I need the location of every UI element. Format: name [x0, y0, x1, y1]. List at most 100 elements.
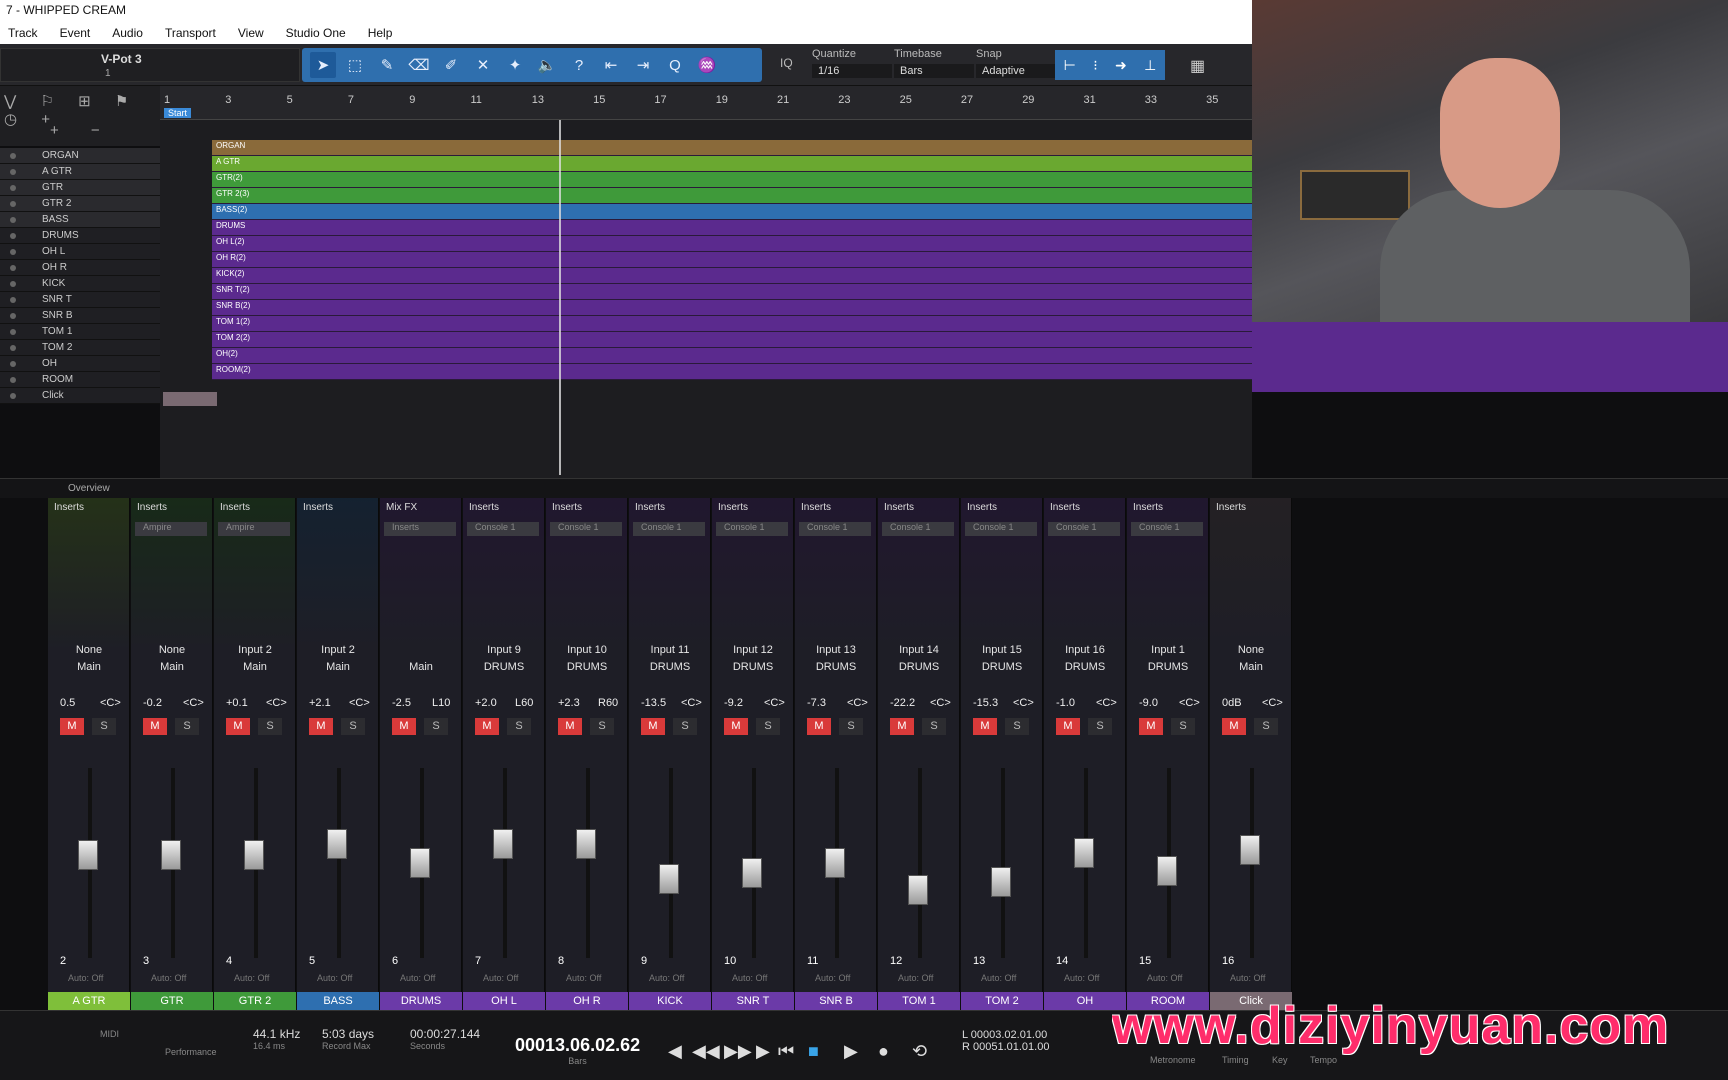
automation-mode[interactable]: Auto: Off: [1147, 973, 1182, 983]
input-selector[interactable]: Input 2: [214, 644, 296, 656]
track-lane[interactable]: TOM 2(2): [212, 332, 1252, 348]
mute-button[interactable]: M: [309, 718, 333, 735]
output-selector[interactable]: Main: [380, 661, 462, 673]
pan-readout[interactable]: <C>: [847, 697, 868, 709]
track-lane[interactable]: KICK(2): [212, 268, 1252, 284]
record-arm-icon[interactable]: [10, 393, 16, 399]
mute-button[interactable]: M: [475, 718, 499, 735]
click-lane[interactable]: [163, 392, 217, 406]
record-arm-icon[interactable]: [10, 233, 16, 239]
volume-fader[interactable]: [659, 864, 679, 894]
timeline-ruler[interactable]: 1 3 5 7 9 11 13 15 17 19 21 23 25 27 29 31 33 35 Start: [160, 86, 1252, 120]
forward-icon[interactable]: ▶▶: [724, 1041, 752, 1062]
inserts-button[interactable]: Inserts: [1050, 502, 1080, 513]
track-lane[interactable]: GTR 2(3): [212, 188, 1252, 204]
record-arm-icon[interactable]: [10, 201, 16, 207]
inserts-button[interactable]: Inserts: [718, 502, 748, 513]
inserts-button[interactable]: Inserts: [1216, 502, 1246, 513]
overview-label[interactable]: Overview: [68, 483, 110, 494]
snap-grid-icon[interactable]: ⊢: [1064, 57, 1076, 74]
output-selector[interactable]: DRUMS: [463, 661, 545, 673]
automation-mode[interactable]: Auto: Off: [234, 973, 269, 983]
plugin-slot[interactable]: Inserts: [384, 522, 456, 536]
track-header[interactable]: OH: [0, 356, 160, 372]
automation-mode[interactable]: Auto: Off: [317, 973, 352, 983]
quantize-value[interactable]: 1/16: [812, 64, 892, 78]
pan-readout[interactable]: <C>: [1096, 697, 1117, 709]
menu-help[interactable]: Help: [368, 26, 393, 40]
solo-button[interactable]: S: [341, 718, 365, 735]
volume-fader[interactable]: [825, 848, 845, 878]
plugin-slot[interactable]: Console 1: [716, 522, 788, 536]
nudge-right-icon[interactable]: ⇥: [630, 52, 656, 78]
output-selector[interactable]: DRUMS: [878, 661, 960, 673]
autoscroll-icon[interactable]: ➜: [1115, 57, 1127, 74]
track-header[interactable]: BASS: [0, 212, 160, 228]
pan-readout[interactable]: <C>: [1179, 697, 1200, 709]
inserts-button[interactable]: Inserts: [220, 502, 250, 513]
output-selector[interactable]: DRUMS: [961, 661, 1043, 673]
track-lane[interactable]: BASS(2): [212, 204, 1252, 220]
mute-button[interactable]: M: [226, 718, 250, 735]
output-selector[interactable]: DRUMS: [795, 661, 877, 673]
volume-fader[interactable]: [78, 840, 98, 870]
input-selector[interactable]: None: [1210, 644, 1292, 656]
volume-fader[interactable]: [493, 828, 513, 859]
pan-readout[interactable]: L60: [515, 697, 533, 709]
pan-readout[interactable]: <C>: [183, 697, 204, 709]
output-selector[interactable]: DRUMS: [712, 661, 794, 673]
record-arm-icon[interactable]: [10, 297, 16, 303]
vpot-display[interactable]: V-Pot 3 1: [0, 48, 300, 82]
snap-control[interactable]: Snap Adaptive: [976, 48, 1056, 78]
automation-mode[interactable]: Auto: Off: [566, 973, 601, 983]
follow-icon[interactable]: ⊥: [1144, 57, 1156, 74]
loop-range[interactable]: L 00003.02.01.00 R 00051.01.01.00: [962, 1029, 1049, 1053]
track-header[interactable]: SNR T: [0, 292, 160, 308]
mute-button[interactable]: M: [1056, 718, 1080, 735]
track-header[interactable]: A GTR: [0, 164, 160, 180]
record-arm-icon[interactable]: [10, 329, 16, 335]
automation-mode[interactable]: Auto: Off: [732, 973, 767, 983]
volume-fader[interactable]: [908, 875, 928, 906]
solo-button[interactable]: S: [175, 718, 199, 735]
volume-fader[interactable]: [1240, 835, 1260, 866]
track-header[interactable]: SNR B: [0, 308, 160, 324]
output-selector[interactable]: DRUMS: [629, 661, 711, 673]
arrow-tool-icon[interactable]: ➤: [310, 52, 336, 78]
mute-button[interactable]: M: [558, 718, 582, 735]
plugin-slot[interactable]: Console 1: [550, 522, 622, 536]
record-arm-icon[interactable]: [10, 169, 16, 175]
loop-icon[interactable]: ⟲: [912, 1041, 927, 1062]
record-arm-icon[interactable]: [10, 217, 16, 223]
volume-fader[interactable]: [1074, 838, 1094, 869]
menu-transport[interactable]: Transport: [165, 26, 216, 40]
playhead[interactable]: [559, 120, 561, 475]
volume-fader[interactable]: [161, 840, 181, 870]
input-selector[interactable]: Input 2: [297, 644, 379, 656]
input-selector[interactable]: Input 12: [712, 644, 794, 656]
track-header[interactable]: GTR 2: [0, 196, 160, 212]
prev-marker-icon[interactable]: ◀: [668, 1041, 682, 1062]
volume-fader[interactable]: [1157, 856, 1177, 886]
solo-button[interactable]: S: [1005, 718, 1029, 735]
mute-button[interactable]: M: [1222, 718, 1246, 735]
position-display[interactable]: 00013.06.02.62 Bars: [515, 1035, 640, 1066]
record-arm-icon[interactable]: [10, 265, 16, 271]
stop-icon[interactable]: ■: [808, 1041, 819, 1062]
pan-readout[interactable]: <C>: [266, 697, 287, 709]
track-header[interactable]: DRUMS: [0, 228, 160, 244]
next-marker-icon[interactable]: ▶: [756, 1041, 770, 1062]
performance-meter[interactable]: Performance: [165, 1047, 217, 1057]
solo-button[interactable]: S: [839, 718, 863, 735]
track-header[interactable]: TOM 1: [0, 324, 160, 340]
automation-mode[interactable]: Auto: Off: [981, 973, 1016, 983]
record-arm-icon[interactable]: [10, 345, 16, 351]
pan-readout[interactable]: <C>: [930, 697, 951, 709]
track-lane[interactable]: OH(2): [212, 348, 1252, 364]
listen-tool-icon[interactable]: 🔈: [534, 52, 560, 78]
pan-readout[interactable]: <C>: [100, 697, 121, 709]
nudge-left-icon[interactable]: ⇤: [598, 52, 624, 78]
inserts-button[interactable]: Inserts: [884, 502, 914, 513]
record-icon[interactable]: ●: [878, 1041, 889, 1062]
volume-fader[interactable]: [244, 840, 264, 870]
